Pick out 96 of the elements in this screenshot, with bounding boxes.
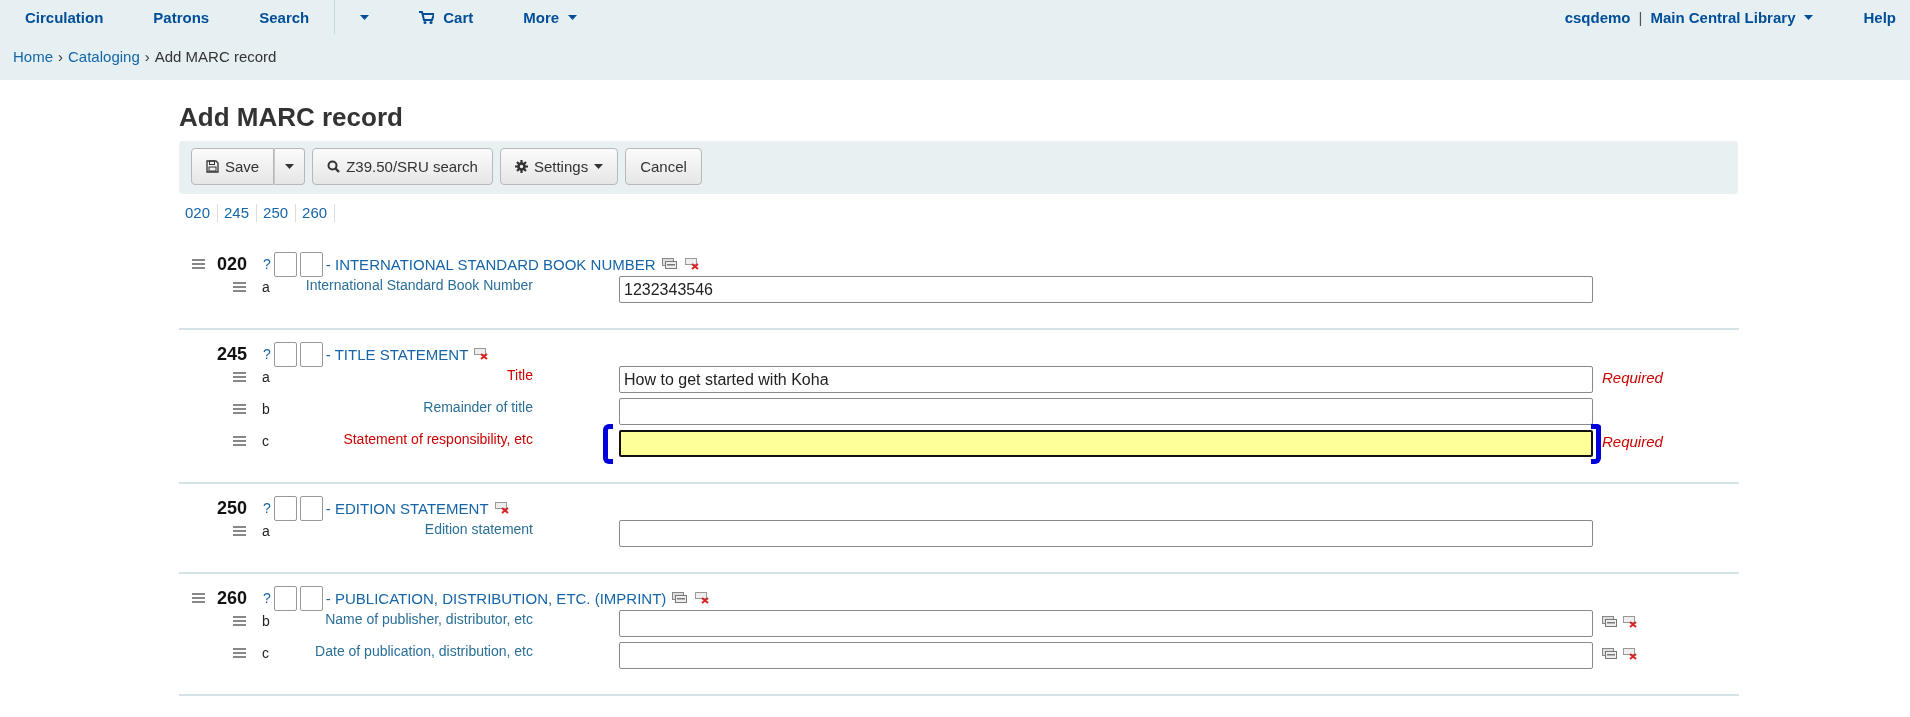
delete-icon[interactable] xyxy=(1623,648,1638,660)
help-link[interactable]: Help xyxy=(1863,8,1896,26)
settings-icon xyxy=(514,160,528,173)
delete-icon[interactable] xyxy=(684,258,700,270)
drag-handle-icon[interactable] xyxy=(233,282,246,292)
field-title[interactable]: - EDITION STATEMENT xyxy=(325,499,489,517)
subfield-input[interactable]: How to get started with Koha xyxy=(619,366,1593,393)
subfield-label: Statement of responsibility, etc xyxy=(342,430,533,448)
annotation-bracket xyxy=(603,424,613,464)
nav-link[interactable]: More xyxy=(498,0,603,34)
cart-icon xyxy=(419,10,435,24)
help-link[interactable]: ? xyxy=(263,346,271,362)
tag-link[interactable]: 245 xyxy=(218,204,258,222)
subfield-code: b xyxy=(262,400,271,417)
chevron-separator: › xyxy=(58,48,63,65)
nav-link[interactable]: Search xyxy=(234,0,335,34)
subfield-input[interactable] xyxy=(619,398,1593,425)
subfield-input[interactable]: 1232343546 xyxy=(619,276,1593,303)
drag-handle-icon[interactable] xyxy=(191,593,205,603)
save-options-dropdown[interactable] xyxy=(274,148,306,185)
help-link[interactable]: ? xyxy=(263,256,271,272)
settings-button[interactable]: Settings xyxy=(499,148,619,185)
field-title[interactable]: - TITLE STATEMENT xyxy=(325,345,469,363)
subfield-input[interactable] xyxy=(619,430,1593,457)
help-link[interactable]: ? xyxy=(263,500,271,516)
subfield-label: Date of publication, distribution, etc xyxy=(314,642,533,660)
drag-handle-icon[interactable] xyxy=(233,526,246,536)
help-link[interactable]: ? xyxy=(263,590,271,606)
subfield-input[interactable] xyxy=(619,642,1593,669)
annotation-bracket xyxy=(1591,424,1601,464)
clone-icon[interactable] xyxy=(1602,616,1617,627)
caret-icon xyxy=(1804,14,1814,20)
required-note: Required xyxy=(1602,368,1663,386)
page-title: Add MARC record xyxy=(179,102,404,133)
clone-icon[interactable] xyxy=(661,258,677,269)
required-note: Required xyxy=(1602,432,1663,450)
indicator-field[interactable] xyxy=(273,251,297,277)
delete-icon[interactable] xyxy=(494,502,510,514)
cancel-button[interactable]: Cancel xyxy=(625,148,702,185)
subfield-code: a xyxy=(262,522,271,539)
subfield-code: a xyxy=(262,368,271,385)
library-link[interactable]: Main Central Library xyxy=(1650,8,1856,26)
subfield-label: Title xyxy=(506,366,533,384)
field-tag: 020 xyxy=(217,253,257,275)
clone-icon[interactable] xyxy=(672,592,688,603)
drag-handle-icon[interactable] xyxy=(233,372,246,382)
indicator-field[interactable] xyxy=(299,495,323,521)
save-button[interactable]: Save xyxy=(191,148,275,185)
drag-handle-icon[interactable] xyxy=(233,404,246,414)
field-tag: 250 xyxy=(217,497,257,519)
subfield-input[interactable] xyxy=(619,520,1593,547)
indicator-field[interactable] xyxy=(299,341,323,367)
field-title[interactable]: - INTERNATIONAL STANDARD BOOK NUMBER xyxy=(325,255,656,273)
subfield-code: c xyxy=(262,432,270,449)
field-tag: 245 xyxy=(217,343,257,365)
nav-link[interactable]: Cart xyxy=(394,0,499,34)
indicator-field[interactable] xyxy=(273,341,297,367)
indicator-field[interactable] xyxy=(299,585,323,611)
drag-handle-icon[interactable] xyxy=(191,259,205,269)
subfield-code: c xyxy=(262,644,270,661)
field-tag: 260 xyxy=(217,587,257,609)
tag-link[interactable]: 260 xyxy=(296,204,336,222)
clone-icon[interactable] xyxy=(1602,648,1617,659)
tag-link[interactable]: 020 xyxy=(179,204,219,222)
z3950-search-button[interactable]: Z39.50/SRU search xyxy=(312,148,493,185)
nav-link[interactable]: Circulation xyxy=(0,0,129,34)
subfield-label: Name of publisher, distributor, etc xyxy=(324,610,533,628)
caret-icon xyxy=(594,164,604,169)
delete-icon[interactable] xyxy=(695,592,711,604)
delete-icon[interactable] xyxy=(474,348,490,360)
caret-icon xyxy=(568,14,578,20)
drag-handle-icon[interactable] xyxy=(233,616,246,626)
caret-icon xyxy=(360,14,370,20)
subfield-code: a xyxy=(262,278,271,295)
separator: | xyxy=(1638,8,1643,26)
nav-link[interactable]: Patrons xyxy=(128,0,235,34)
subfield-label: International Standard Book Number xyxy=(304,276,533,294)
drag-handle-icon[interactable] xyxy=(233,648,246,658)
indicator-field[interactable] xyxy=(273,585,297,611)
breadcrumb-link[interactable]: Cataloging xyxy=(68,48,140,65)
current-page-label: Add MARC record xyxy=(154,48,277,65)
delete-icon[interactable] xyxy=(1623,616,1638,628)
subfield-label: Remainder of title xyxy=(422,398,533,416)
subfield-input[interactable] xyxy=(619,610,1593,637)
indicator-field[interactable] xyxy=(299,251,323,277)
indicator-field[interactable] xyxy=(273,495,297,521)
subfield-code: b xyxy=(262,612,271,629)
search-icon xyxy=(327,160,341,173)
caret-icon xyxy=(285,164,295,169)
field-title[interactable]: - PUBLICATION, DISTRIBUTION, ETC. (IMPRINT) xyxy=(325,589,667,607)
breadcrumb-link[interactable]: Home xyxy=(13,48,53,65)
subfield-label: Edition statement xyxy=(423,520,533,538)
drag-handle-icon[interactable] xyxy=(233,436,246,446)
user-link[interactable]: csqdemo xyxy=(1564,8,1631,26)
tag-link[interactable]: 250 xyxy=(257,204,297,222)
chevron-separator: › xyxy=(144,48,150,65)
